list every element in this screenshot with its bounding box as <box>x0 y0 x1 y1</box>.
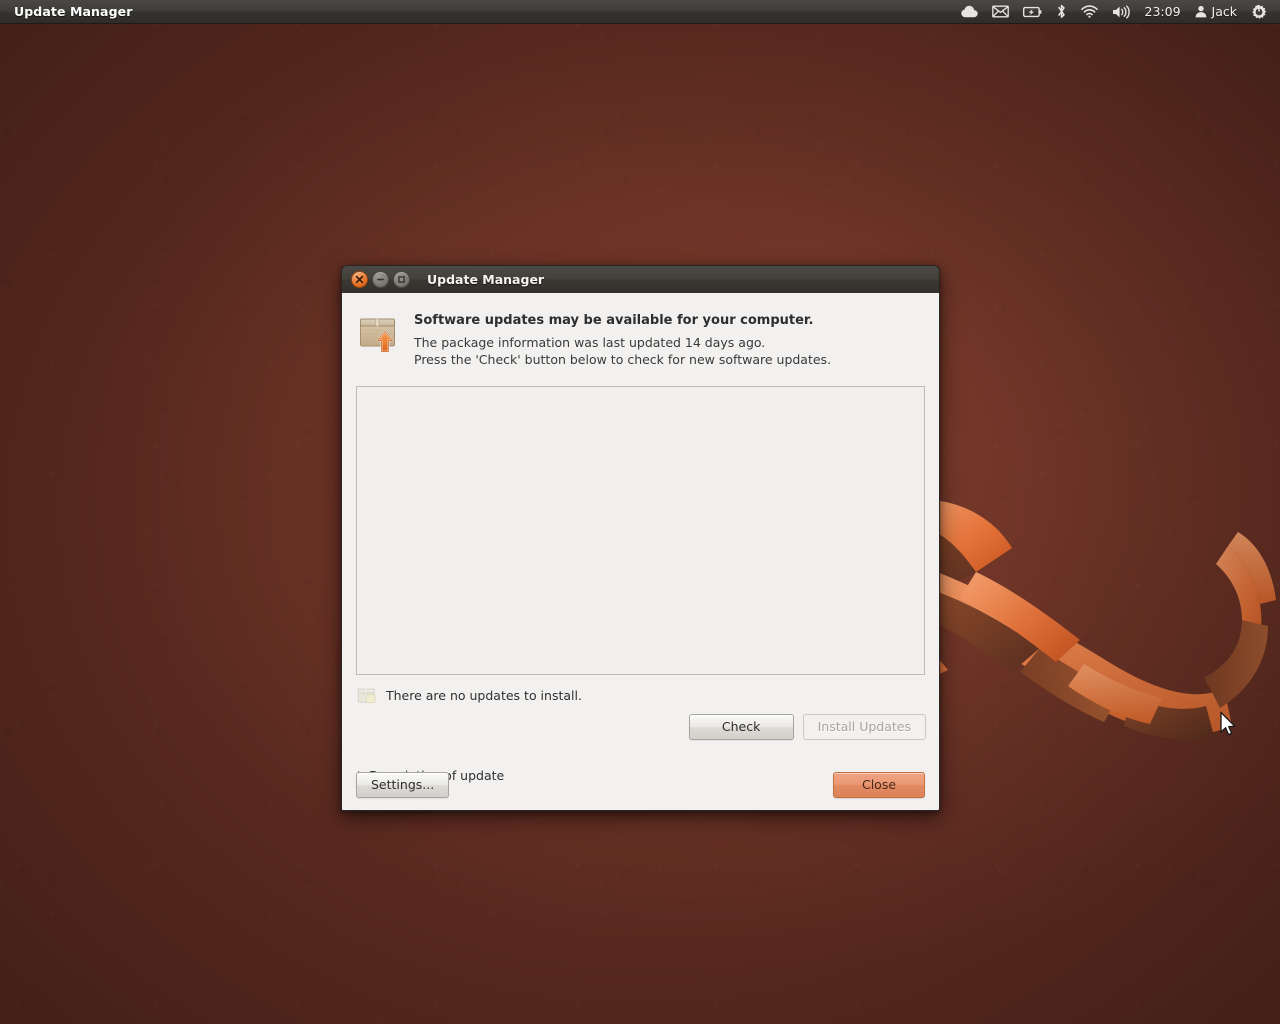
minimize-icon <box>376 278 385 281</box>
volume-icon[interactable] <box>1105 0 1138 24</box>
ubuntu-swirl-graphic <box>880 499 1276 740</box>
footer-buttons-row: Settings... Close <box>342 772 939 798</box>
close-icon <box>355 275 364 284</box>
window-close-button[interactable] <box>351 271 368 288</box>
check-button[interactable]: Check <box>688 713 794 740</box>
header-subtitle-line-2: Press the 'Check' button below to check … <box>414 352 832 368</box>
bluetooth-icon[interactable] <box>1049 0 1074 24</box>
wifi-icon[interactable] <box>1074 0 1105 24</box>
window-minimize-button[interactable] <box>372 271 389 288</box>
gear-power-icon[interactable] <box>1244 0 1274 24</box>
top-panel: Update Manager 23:09 Jack <box>0 0 1280 24</box>
header-subtitle-line-1: The package information was last updated… <box>414 335 766 351</box>
panel-clock[interactable]: 23:09 <box>1138 4 1188 19</box>
window-titlebar[interactable]: Update Manager <box>341 265 940 293</box>
panel-app-title[interactable]: Update Manager <box>14 4 132 19</box>
window-title: Update Manager <box>427 272 545 287</box>
action-buttons-row: Check Install Updates <box>356 713 926 740</box>
package-box-icon <box>357 688 376 703</box>
software-updates-package-icon <box>360 318 395 353</box>
status-text: There are no updates to install. <box>386 688 582 703</box>
settings-button[interactable]: Settings... <box>356 772 450 798</box>
header-title: Software updates may be available for yo… <box>414 313 814 328</box>
window-controls <box>351 271 410 288</box>
install-updates-button: Install Updates <box>802 713 926 740</box>
messaging-envelope-icon[interactable] <box>985 0 1016 24</box>
update-manager-window: Update Manager Software updates may be a… <box>341 265 940 811</box>
status-row: There are no updates to install. <box>357 685 925 707</box>
panel-user-name: Jack <box>1211 4 1237 19</box>
ubuntu-one-icon[interactable] <box>954 0 985 24</box>
header-text-block: Software updates may be available for yo… <box>414 310 831 369</box>
window-maximize-button[interactable] <box>393 271 410 288</box>
system-tray: 23:09 Jack <box>954 0 1280 24</box>
panel-user-menu[interactable]: Jack <box>1188 4 1244 19</box>
window-body: Software updates may be available for yo… <box>341 293 940 811</box>
battery-icon[interactable] <box>1016 0 1049 24</box>
user-avatar-icon <box>1195 5 1206 18</box>
maximize-icon <box>398 276 405 283</box>
header-section: Software updates may be available for yo… <box>342 293 939 369</box>
close-button[interactable]: Close <box>833 772 925 798</box>
updates-list-area[interactable] <box>356 385 925 675</box>
